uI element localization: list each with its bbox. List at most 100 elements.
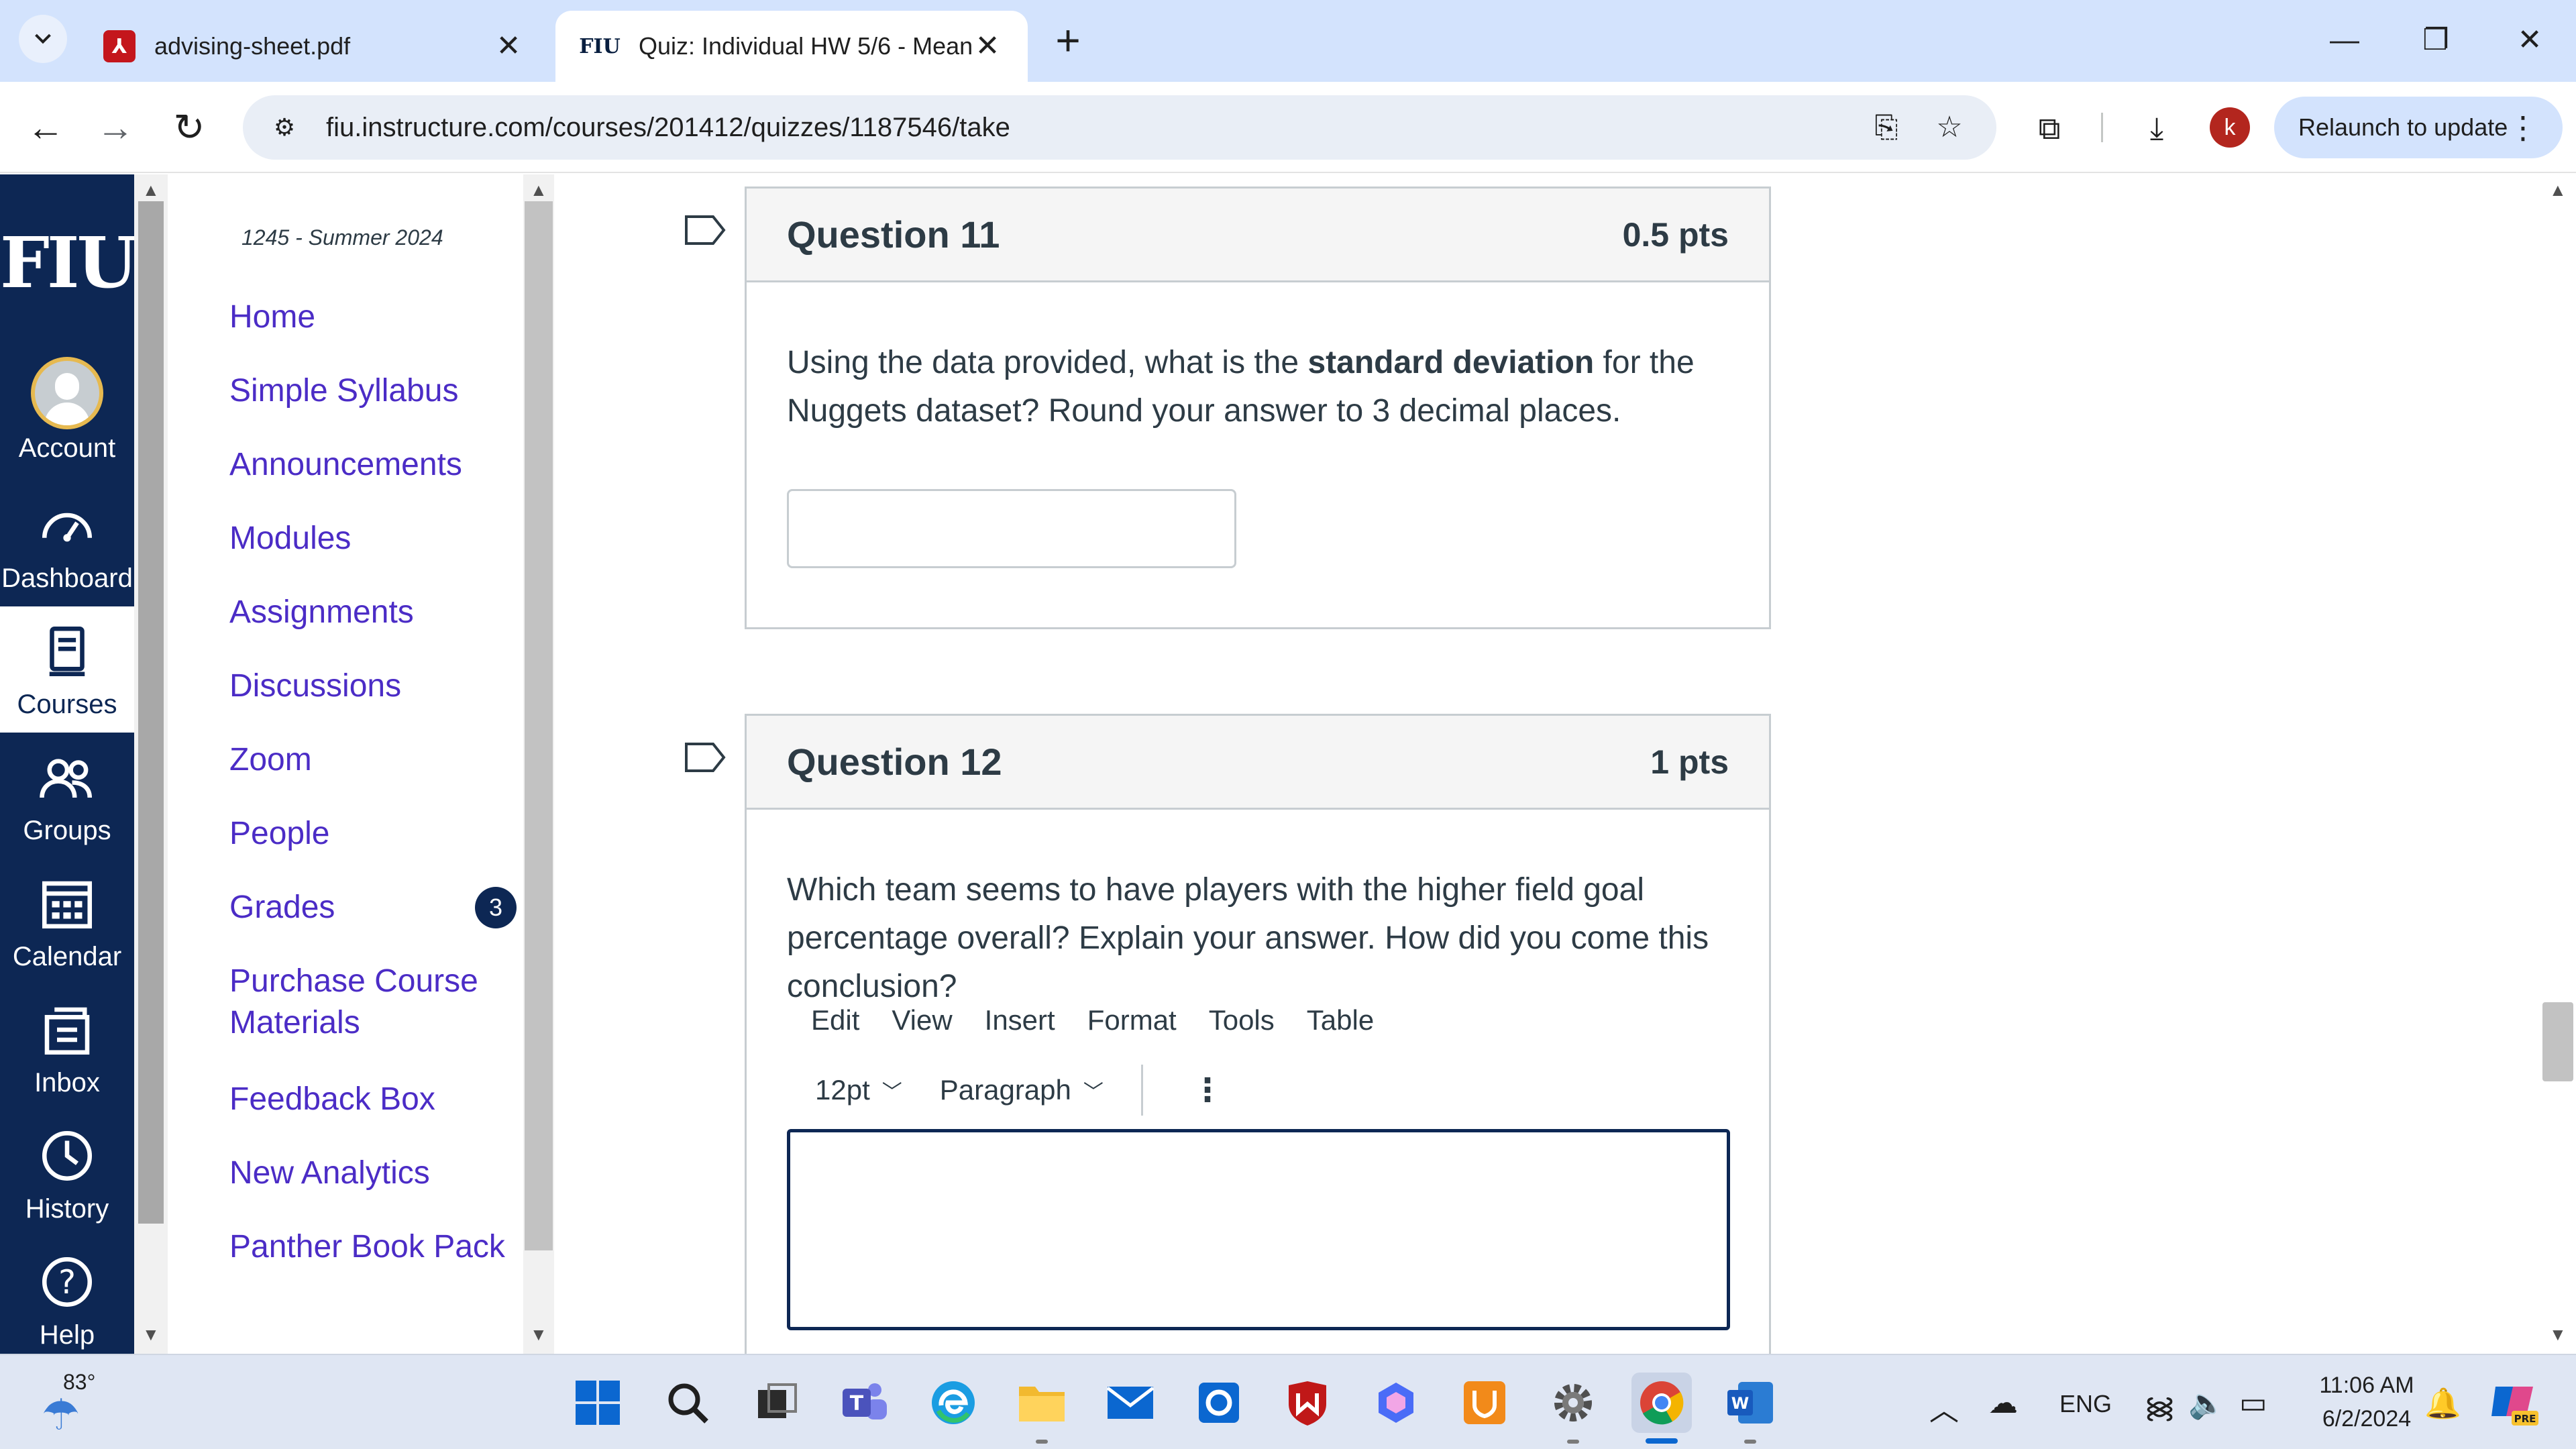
start-icon[interactable]: [568, 1373, 628, 1433]
onedrive-offline-icon[interactable]: ☁: [1988, 1386, 2018, 1420]
extensions-icon[interactable]: ⧉: [2026, 105, 2073, 152]
search-icon[interactable]: [657, 1373, 718, 1433]
font-size-select[interactable]: 12pt ﹀: [815, 1074, 902, 1106]
editor-menu-view[interactable]: View: [892, 1004, 952, 1036]
course-nav-assignments[interactable]: Assignments: [229, 592, 414, 633]
course-nav-simple-syllabus[interactable]: Simple Syllabus: [229, 370, 458, 412]
scroll-up-arrow-icon[interactable]: ▲: [2549, 180, 2567, 201]
scroll-down-arrow-icon[interactable]: ▼: [2549, 1324, 2567, 1345]
course-nav-panther-book-pack[interactable]: Panther Book Pack: [229, 1226, 505, 1268]
course-nav-people[interactable]: People: [229, 813, 329, 855]
editor-menu-edit[interactable]: Edit: [811, 1004, 859, 1036]
global-nav-label: History: [25, 1194, 109, 1224]
global-nav-dashboard[interactable]: Dashboard: [0, 480, 134, 606]
flag-question-icon[interactable]: [684, 742, 726, 773]
question-text: Using the data provided, what is the sta…: [747, 282, 1769, 435]
security-shield-icon[interactable]: [1454, 1373, 1515, 1433]
outlook-icon[interactable]: [1189, 1373, 1249, 1433]
address-bar[interactable]: ⚙ fiu.instructure.com/courses/201412/qui…: [243, 95, 1996, 160]
word-icon[interactable]: W: [1720, 1373, 1780, 1433]
question-header: Question 12 1 pts: [747, 716, 1769, 810]
global-nav-history[interactable]: History: [0, 1111, 134, 1237]
question-header: Question 11 0.5 pts: [747, 189, 1769, 282]
tab-quiz[interactable]: FIU Quiz: Individual HW 5/6 - Mean ✕: [555, 11, 1028, 82]
input-language[interactable]: ENG: [2059, 1390, 2112, 1418]
flag-question-icon[interactable]: [684, 215, 726, 246]
volume-icon[interactable]: 🔈: [2188, 1386, 2225, 1421]
notification-bell-icon[interactable]: 🔔: [2424, 1386, 2461, 1421]
global-nav-calendar[interactable]: Calendar: [0, 859, 134, 985]
close-tab-icon[interactable]: ✕: [492, 30, 525, 62]
minimize-button[interactable]: —: [2308, 13, 2381, 67]
install-app-icon[interactable]: ⎘: [1865, 106, 1908, 149]
editor-menu-format[interactable]: Format: [1087, 1004, 1177, 1036]
profile-avatar[interactable]: k: [2210, 107, 2250, 148]
scroll-up-arrow-icon[interactable]: ▲: [530, 180, 547, 201]
mail-icon[interactable]: [1100, 1373, 1161, 1433]
close-tab-icon[interactable]: ✕: [971, 30, 1004, 62]
course-term: 1245 - Summer 2024: [241, 225, 443, 250]
relaunch-label: Relaunch to update: [2298, 113, 2508, 141]
copilot-icon[interactable]: PRE: [2479, 1373, 2546, 1433]
wifi-icon[interactable]: ᯼: [2144, 1386, 2176, 1426]
copilot-app-icon[interactable]: [1366, 1373, 1426, 1433]
global-nav-inbox[interactable]: Inbox: [0, 985, 134, 1111]
global-nav-courses[interactable]: Courses: [0, 606, 134, 733]
tab-search-button[interactable]: [19, 15, 67, 63]
settings-gear-icon[interactable]: [1543, 1373, 1603, 1433]
editor-menu-table[interactable]: Table: [1307, 1004, 1374, 1036]
global-nav-scroll-thumb[interactable]: [138, 201, 164, 1224]
relaunch-button[interactable]: Relaunch to update ⋮: [2274, 97, 2563, 158]
tab-advising-sheet[interactable]: ⅄ advising-sheet.pdf ✕: [79, 11, 549, 82]
battery-icon[interactable]: ▭: [2239, 1386, 2267, 1420]
edge-icon[interactable]: [923, 1373, 983, 1433]
back-button[interactable]: ←: [20, 102, 71, 153]
menu-dots-icon[interactable]: ⋮: [2508, 97, 2538, 158]
font-size-value: 12pt: [815, 1074, 870, 1106]
scroll-up-arrow-icon[interactable]: ▲: [142, 180, 160, 201]
weather-widget[interactable]: 83° ☂: [40, 1367, 114, 1441]
reload-button[interactable]: ↻: [164, 102, 215, 153]
downloads-icon[interactable]: ⤓: [2133, 105, 2180, 152]
course-nav-announcements[interactable]: Announcements: [229, 444, 462, 486]
scroll-down-arrow-icon[interactable]: ▼: [142, 1324, 160, 1345]
course-nav-modules[interactable]: Modules: [229, 518, 351, 559]
global-nav-help[interactable]: ? Help: [0, 1237, 134, 1354]
global-nav-label: Help: [39, 1320, 95, 1350]
global-nav-groups[interactable]: Groups: [0, 733, 134, 859]
teams-icon[interactable]: T: [835, 1373, 895, 1433]
course-nav-feedback-box[interactable]: Feedback Box: [229, 1079, 435, 1120]
task-view-icon[interactable]: [746, 1373, 806, 1433]
block-format-select[interactable]: Paragraph ﹀: [940, 1074, 1104, 1106]
block-format-value: Paragraph: [939, 1074, 1071, 1106]
clock[interactable]: 11:06 AM 6/2/2024: [2293, 1368, 2440, 1436]
course-nav-home[interactable]: Home: [229, 297, 315, 338]
page-scroll-thumb[interactable]: [2542, 1002, 2573, 1081]
close-window-button[interactable]: ✕: [2493, 13, 2567, 67]
global-nav-account[interactable]: Account: [0, 342, 134, 468]
mcafee-icon[interactable]: [1277, 1373, 1338, 1433]
scroll-down-arrow-icon[interactable]: ▼: [530, 1324, 547, 1345]
course-nav-zoom[interactable]: Zoom: [229, 739, 312, 781]
site-info-icon[interactable]: ⚙: [263, 106, 306, 149]
file-explorer-icon[interactable]: [1012, 1373, 1072, 1433]
chrome-icon[interactable]: [1631, 1373, 1692, 1433]
course-nav-discussions[interactable]: Discussions: [229, 665, 401, 707]
editor-menu-tools[interactable]: Tools: [1209, 1004, 1275, 1036]
page-scrollbar[interactable]: [2540, 174, 2576, 1354]
fiu-logo[interactable]: FIU: [0, 221, 134, 304]
answer-input[interactable]: [787, 489, 1236, 568]
chevron-up-icon[interactable]: ︿: [1929, 1386, 1959, 1429]
course-nav-new-analytics[interactable]: New Analytics: [229, 1152, 430, 1194]
bookmark-star-icon[interactable]: ☆: [1928, 106, 1971, 149]
rich-text-editor[interactable]: [787, 1129, 1730, 1330]
global-nav-label: Dashboard: [1, 564, 133, 593]
new-tab-button[interactable]: +: [1044, 16, 1092, 64]
course-nav-grades[interactable]: Grades: [229, 887, 335, 928]
more-options-icon[interactable]: ⋮: [1191, 1071, 1224, 1109]
course-nav-purchase-course-materials[interactable]: Purchase Course Materials: [229, 961, 478, 1044]
course-nav-scroll-thumb[interactable]: [525, 201, 553, 1250]
editor-menu-insert[interactable]: Insert: [985, 1004, 1055, 1036]
restore-button[interactable]: ❐: [2399, 13, 2473, 67]
forward-button[interactable]: →: [90, 102, 141, 153]
